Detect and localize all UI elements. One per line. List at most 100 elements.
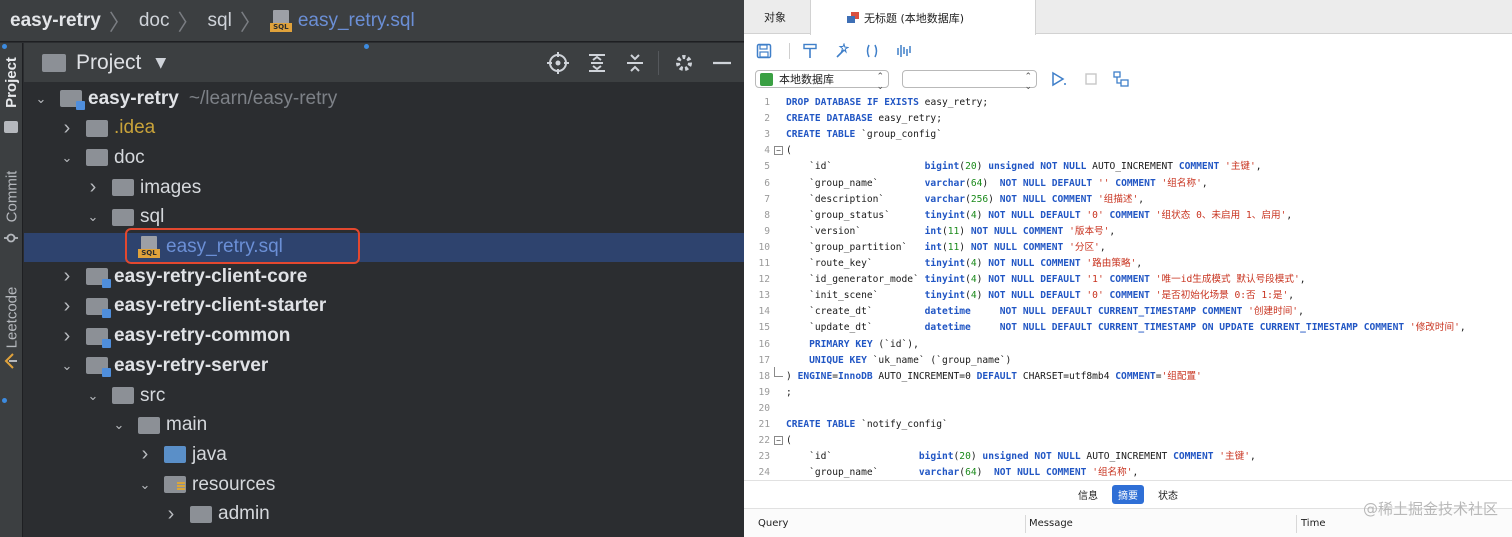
column-header-message[interactable]: Message	[1029, 518, 1073, 529]
query-toolbar	[744, 35, 1512, 65]
code-text: `id_generator_mode` tinyint(4) NOT NULL …	[786, 274, 1306, 286]
magic-wand-icon[interactable]	[832, 42, 850, 60]
tab-project[interactable]: Project	[0, 47, 23, 117]
fold-marker-icon[interactable]: −	[774, 436, 783, 446]
tree-row[interactable]: ⌄ easy-retry-server	[24, 351, 744, 380]
chevron-right-icon[interactable]: ›	[60, 117, 74, 140]
stop-icon[interactable]	[1083, 71, 1099, 87]
tree-row[interactable]: › images	[24, 173, 744, 202]
project-tree: ⌄ easy-retry ~/learn/easy-retry › .idea ⌄ doc ›…	[24, 84, 744, 537]
code-line: 18) ENGINE=InnoDB AUTO_INCREMENT=0 DEFAU…	[744, 366, 1512, 385]
column-header-query[interactable]: Query	[758, 518, 788, 529]
tree-row[interactable]: ⌄ src	[24, 381, 744, 410]
tree-row[interactable]: › easy-retry-client-core	[24, 262, 744, 291]
gear-icon[interactable]	[672, 51, 696, 75]
tab-leetcode[interactable]: Leetcode	[0, 275, 23, 359]
code-line: 3 CREATE TABLE `group_config`	[744, 127, 1512, 143]
code-line: 16 PRIMARY KEY (`id`),	[744, 337, 1512, 353]
fold-marker-icon[interactable]: −	[774, 146, 783, 156]
breadcrumb-item-doc[interactable]: doc	[139, 10, 170, 32]
minimize-icon[interactable]	[710, 51, 734, 75]
explain-icon[interactable]	[895, 42, 913, 60]
chevron-down-icon[interactable]: ⌄	[60, 358, 74, 374]
tree-row[interactable]: › java	[24, 440, 744, 469]
code-text: DROP DATABASE IF EXISTS easy_retry;	[786, 97, 989, 108]
chevron-right-icon[interactable]: ›	[86, 176, 100, 199]
line-number: 6	[764, 177, 770, 189]
project-panel-title[interactable]: Project	[76, 51, 141, 75]
format-icon[interactable]	[801, 42, 819, 60]
save-icon[interactable]	[755, 42, 773, 60]
chevron-down-icon[interactable]: ⌄	[112, 417, 126, 433]
tab-status[interactable]: 状态	[1152, 485, 1184, 504]
handle-dot	[364, 44, 369, 49]
line-number: 12	[758, 274, 770, 286]
tree-row[interactable]: ⌄ main	[24, 411, 744, 440]
code-line: 24 `group_name` varchar(64) NOT NULL COM…	[744, 465, 1512, 480]
tree-row[interactable]: ⌄ doc	[24, 143, 744, 172]
code-line: 14 `create_dt` datetime NOT NULL DEFAULT…	[744, 304, 1512, 320]
code-text: CREATE TABLE `notify_config`	[786, 419, 948, 430]
chevron-right-icon[interactable]: ›	[60, 265, 74, 288]
tab-summary[interactable]: 摘要	[1112, 485, 1144, 504]
breadcrumb-item-file[interactable]: SQL easy_retry.sql	[269, 9, 415, 32]
code-line: 20	[744, 401, 1512, 417]
chevron-right-icon[interactable]: ›	[164, 503, 178, 526]
tree-item-label: easy-retry-client-starter	[114, 295, 327, 317]
chevron-right-icon[interactable]: ›	[138, 443, 152, 466]
connection-select[interactable]: 本地数据库 ⌃ ⌄	[755, 70, 889, 92]
breadcrumb-item-sql[interactable]: sql	[208, 10, 232, 32]
chevron-down-icon[interactable]: ▼	[155, 55, 166, 71]
line-number: 19	[758, 386, 770, 398]
code-line: 2 CREATE DATABASE easy_retry;	[744, 111, 1512, 127]
code-line: 23 `id` bigint(20) unsigned NOT NULL AUT…	[744, 449, 1512, 465]
chevron-down-icon[interactable]: ⌄	[86, 209, 100, 225]
code-text: `route_key` tinyint(4) NOT NULL COMMENT …	[786, 258, 1143, 269]
chevron-down-icon[interactable]: ⌄	[86, 388, 100, 404]
tab-commit[interactable]: Commit	[0, 161, 23, 231]
fold-marker-icon[interactable]	[774, 366, 783, 377]
line-number: 23	[758, 451, 770, 463]
project-panel-icon	[42, 53, 66, 72]
brackets-icon[interactable]	[863, 42, 881, 60]
tree-row[interactable]: › easy-retry-client-starter	[24, 292, 744, 321]
column-divider[interactable]	[1025, 515, 1026, 533]
collapse-all-icon[interactable]	[623, 51, 647, 75]
tree-row[interactable]: › easy-retry-common	[24, 322, 744, 351]
code-line: 8 `group_status` tinyint(4) NOT NULL DEF…	[744, 208, 1512, 224]
run-icon[interactable]	[1050, 71, 1066, 87]
explain-plan-icon[interactable]	[1113, 71, 1129, 87]
project-panel-header: Project ▼	[24, 43, 744, 83]
tree-item-label: easy-retry-server	[114, 354, 269, 376]
module-folder-icon	[86, 268, 111, 289]
tab-info[interactable]: 信息	[1072, 485, 1104, 504]
locate-file-icon[interactable]	[546, 51, 570, 75]
connection-value: 本地数据库	[779, 73, 834, 86]
column-divider[interactable]	[1296, 515, 1297, 533]
sql-editor[interactable]: 1 DROP DATABASE IF EXISTS easy_retry; 2 CRE…	[744, 94, 1512, 480]
chevron-right-icon[interactable]: ›	[60, 295, 74, 318]
code-line: 11 `route_key` tinyint(4) NOT NULL COMME…	[744, 256, 1512, 272]
breadcrumb-item-project[interactable]: easy-retry	[10, 10, 101, 32]
chevron-down-icon[interactable]: ⌄	[138, 477, 152, 493]
chevron-down-icon[interactable]: ⌄	[34, 91, 48, 107]
chevron-down-icon[interactable]: ⌄	[60, 150, 74, 166]
tree-row[interactable]: › admin	[24, 500, 744, 529]
chevron-right-icon[interactable]: ›	[60, 325, 74, 348]
tree-row[interactable]: › .idea	[24, 114, 744, 143]
database-select[interactable]: ⌃ ⌄	[902, 70, 1037, 92]
tree-row[interactable]: ⌄ easy-retry ~/learn/easy-retry	[24, 84, 744, 113]
tab-query-untitled[interactable]: 无标题 (本地数据库)	[810, 0, 1036, 35]
column-header-time[interactable]: Time	[1301, 518, 1325, 529]
connection-bar: 本地数据库 ⌃ ⌄ ⌃ ⌄	[744, 66, 1512, 94]
tree-row[interactable]: ⌄ resources	[24, 470, 744, 499]
tree-item-path: ~/learn/easy-retry	[188, 87, 338, 109]
tab-objects[interactable]: 对象	[764, 0, 786, 34]
expand-all-icon[interactable]	[585, 51, 609, 75]
select-chevron-icon: ⌃ ⌄	[876, 72, 884, 92]
line-number: 14	[758, 306, 770, 318]
code-line: 22−(	[744, 433, 1512, 449]
code-line: 21 CREATE TABLE `notify_config`	[744, 417, 1512, 433]
line-number: 17	[758, 354, 770, 366]
code-text: `init_scene` tinyint(4) NOT NULL DEFAULT…	[786, 290, 1295, 302]
